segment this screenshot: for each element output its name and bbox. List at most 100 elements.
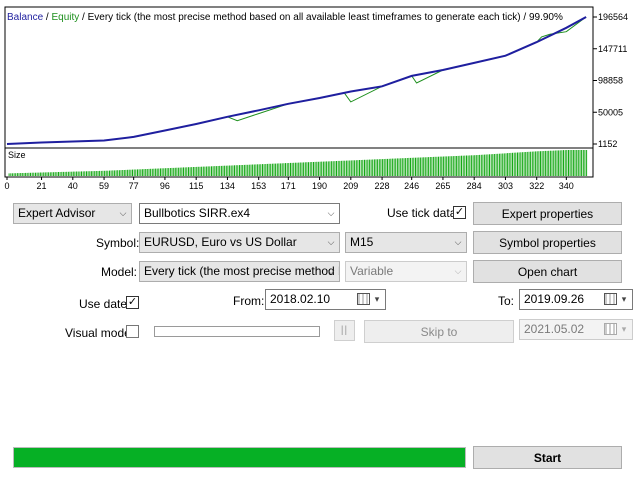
size-bar [327,161,329,176]
backtest-chart: 196564 147711 98858 50005 1152 0 21 40 59 77 96 11… [4,6,628,191]
size-bar [199,166,201,176]
size-bar [484,154,486,176]
size-bar [113,170,115,176]
use-tick-data-checkbox[interactable]: ✓ [453,206,466,219]
x-tick-label: 115 [189,181,203,191]
to-date-picker[interactable]: 2019.09.26 ▾ [519,289,633,310]
size-bar [148,168,150,176]
size-bar [56,172,58,176]
symbol-properties-button[interactable]: Symbol properties [473,231,622,254]
x-tick-label: 340 [559,181,574,191]
visual-mode-checkbox[interactable] [126,325,139,338]
size-bar [252,164,254,176]
size-bar [569,150,571,176]
period-select[interactable]: M15 ⌵ [345,232,467,253]
size-bar [265,164,267,176]
size-bar [299,162,301,176]
size-bar [479,154,481,176]
x-tick-label: 153 [251,181,266,191]
size-bar [10,173,12,176]
size-bar [158,168,160,176]
size-bar [510,152,512,176]
from-label: From: [233,294,265,308]
size-bar [43,172,45,176]
size-bar [500,153,502,176]
size-bar [538,151,540,176]
x-axis: 0 21 40 59 77 96 115 134 153 171 190 209 228 246 265 28… [4,177,574,191]
model-select[interactable]: Every tick (the most precise method b ⌵ [139,261,340,282]
size-bar [321,161,323,176]
size-bar [324,161,326,176]
size-bar [345,160,347,176]
size-bar [137,169,138,176]
x-tick-label: 322 [529,181,544,191]
size-bar [54,172,56,176]
size-bar [127,169,129,176]
pause-icon: || [340,325,349,336]
size-bar [8,173,10,176]
size-bar [408,157,410,176]
size-bar [30,172,31,176]
size-bar [446,156,448,176]
start-button[interactable]: Start [473,446,622,469]
skip-to-button[interactable]: Skip to [364,320,514,343]
size-bar [18,173,20,176]
program-type-select[interactable]: Expert Advisor ⌵ [13,203,132,224]
size-bar [239,165,240,176]
size-bar [81,171,82,176]
size-bar [577,150,579,176]
expert-select[interactable]: Bullbotics SIRR.ex4 ⌵ [139,203,340,224]
size-bar [372,159,374,176]
skip-to-date-picker[interactable]: 2021.05.02 ▾ [519,319,633,340]
size-bar [270,163,272,176]
size-bar [285,163,286,176]
size-bar [360,160,362,176]
size-bar [433,156,435,176]
symbol-select[interactable]: EURUSD, Euro vs US Dollar ⌵ [139,232,340,253]
x-tick-label: 96 [160,181,170,191]
size-bar [540,151,541,176]
size-bar [517,152,518,176]
spread-select[interactable]: Variable ⌵ [345,261,467,282]
size-bar [151,168,153,176]
size-bar [487,154,489,176]
open-chart-button[interactable]: Open chart [473,260,622,283]
x-tick-label: 190 [312,181,327,191]
size-bar [489,154,490,176]
size-bar [449,156,451,176]
expert-properties-button[interactable]: Expert properties [473,202,622,225]
size-bar [513,152,515,176]
size-bar [138,169,140,176]
size-bar [568,150,569,176]
x-tick-label: 284 [467,181,482,191]
test-progress-bar [13,447,466,468]
size-bar [531,151,533,176]
size-bar [227,165,229,176]
from-date-picker[interactable]: 2018.02.10 ▾ [265,289,386,310]
visual-speed-slider[interactable] [154,326,320,337]
use-date-checkbox[interactable]: ✓ [126,296,139,309]
size-bar [179,167,181,176]
size-bar [183,167,184,176]
size-bar [405,158,407,176]
size-bar [153,168,155,176]
size-bar [370,159,372,176]
size-bar [428,157,430,176]
size-bar [283,163,285,176]
chevron-down-icon: ▾ [374,294,380,304]
to-date-value: 2019.09.26 [524,292,585,306]
size-bar [44,172,46,176]
size-bar [410,157,411,176]
size-bar [209,166,211,176]
size-bar [36,172,38,176]
size-bar [112,170,114,176]
size-bar [368,159,370,176]
size-bar [150,168,152,176]
y-tick-label: 50005 [598,107,623,117]
size-bar [13,173,15,176]
size-bar [436,156,438,176]
size-bar [525,152,527,176]
size-bar [549,150,551,176]
pause-button[interactable]: || [334,320,355,341]
size-bar [53,172,55,176]
